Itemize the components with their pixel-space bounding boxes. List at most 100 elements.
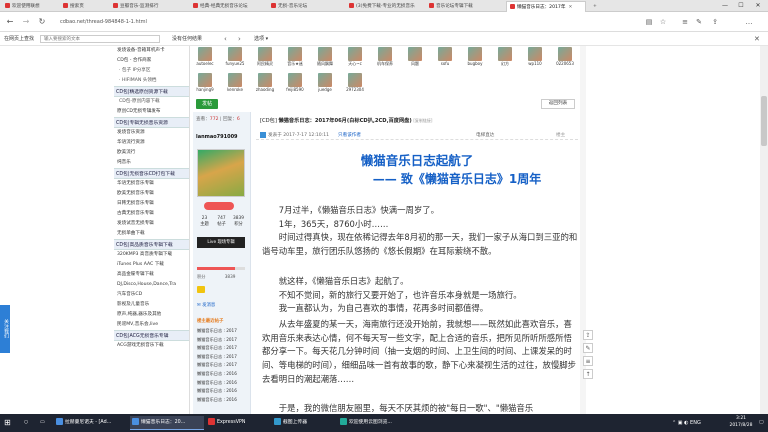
taskbar-app-active[interactable]: 懒猫音乐日志：20... (130, 416, 204, 430)
sidebar-item[interactable]: 原创CD无损专辑发布 (114, 107, 189, 117)
visitor-avatar[interactable]: 音乐★迷 (284, 47, 306, 67)
favorite-star-icon[interactable]: ☆ (658, 17, 668, 27)
search-icon[interactable]: ○ (22, 416, 32, 430)
start-windows-icon[interactable]: ⊞ (2, 416, 14, 430)
visitor-avatar[interactable]: 阿民精灵 (254, 47, 276, 67)
sidebar-item[interactable]: 发烧试音无损专辑 (114, 219, 189, 229)
find-input[interactable] (40, 35, 160, 43)
sidebar-item[interactable]: 华语流行资源 (114, 138, 189, 148)
author-username[interactable]: lanmao791009 (196, 134, 238, 140)
taskbar-app[interactable]: 欢迎使用云图浏览... (338, 416, 412, 430)
sidebar-item[interactable]: 古典无损音乐专辑 (114, 209, 189, 219)
visitor-avatar[interactable]: 天心~c (344, 47, 366, 67)
taskbar-app[interactable]: ExpressVPN (206, 416, 270, 430)
visitor-avatar[interactable]: feiji8590 (284, 73, 306, 93)
recent-post-link[interactable]: 懒猫音乐日志 : 2017 (197, 336, 249, 345)
scrollbar-thumb[interactable] (761, 96, 767, 146)
sidebar-item[interactable]: 民谣MV,音乐会,live (114, 320, 189, 330)
new-tab-button[interactable]: + (590, 1, 602, 12)
close-tab-icon[interactable]: ✕ (568, 5, 572, 10)
page-scrollbar[interactable] (760, 46, 768, 414)
visitor-avatar[interactable]: 随风飘舞 (314, 47, 336, 67)
follow-us-tab[interactable]: 关注我们 (0, 305, 10, 353)
sidebar-item[interactable]: CD包 - 合作商家 (114, 56, 189, 66)
back-to-list-button[interactable]: 返回列表 (541, 99, 575, 109)
clock[interactable]: 3:21 2017/8/28 (727, 416, 755, 429)
hub-icon[interactable]: ≡ (680, 17, 690, 27)
sidebar-item[interactable]: DJ,Disco,House,Dance,Tra (114, 280, 189, 290)
close-window-button[interactable]: ✕ (750, 0, 766, 12)
recent-post-link[interactable]: 懒猫音乐日志 : 2016 (197, 379, 249, 388)
visitor-avatar[interactable]: wp110 (524, 47, 546, 67)
find-options-dropdown[interactable]: 选项 ▾ (254, 34, 268, 44)
maximize-button[interactable]: ☐ (733, 0, 749, 12)
visitor-avatar[interactable]: sofu (434, 47, 456, 67)
recent-post-link[interactable]: 懒猫音乐日志 : 2016 (197, 387, 249, 396)
visitor-avatar[interactable]: autoelec (194, 47, 216, 67)
floor-jump-input[interactable]: 电梯直达 (476, 132, 494, 138)
refresh-icon[interactable]: ↻ (36, 16, 48, 28)
sidebar-item[interactable]: 影视及儿童音乐 (114, 300, 189, 310)
taskbar-app[interactable]: 截图上传器 (272, 416, 336, 430)
find-next-icon[interactable]: › (238, 34, 241, 44)
sidebar-section-header[interactable]: CD包|无损音乐CD打包下载 (114, 168, 189, 179)
sidebar-item[interactable]: iTunes Plus AAC 下载 (114, 260, 189, 270)
visitor-avatar[interactable]: 机车保养 (374, 47, 396, 67)
recent-post-link[interactable]: 懒猫音乐日志 : 2016 (197, 396, 249, 405)
note-pen-icon[interactable]: ✎ (694, 17, 704, 27)
follow-button[interactable] (204, 202, 234, 210)
url-field[interactable]: cdbao.net/thread-984848-1-1.html (60, 17, 480, 28)
share-float-icon[interactable]: ⇪ (583, 330, 593, 340)
recent-post-link[interactable]: 懒猫音乐日志 : 2017 (197, 344, 249, 353)
sidebar-item[interactable]: 欧美流行 (114, 148, 189, 158)
sidebar-item[interactable]: 日韩无损音乐专辑 (114, 199, 189, 209)
author-avatar[interactable] (197, 149, 245, 197)
reading-view-icon[interactable]: ▤ (644, 17, 654, 27)
sidebar-item[interactable]: 华语无损音乐专辑 (114, 179, 189, 189)
copy-link[interactable]: [复制链接] (413, 118, 432, 123)
sidebar-item[interactable]: 320KMP3 高音质专辑下载 (114, 250, 189, 260)
sidebar-item[interactable]: 原声,纯器,器乐及其他 (114, 310, 189, 320)
recent-post-link[interactable]: 懒猫音乐日志 : 2016 (197, 370, 249, 379)
browser-tab[interactable]: (3)免费下载-专业的无损音乐 (346, 1, 424, 12)
sidebar-item[interactable]: CD包-原创内容下载 (114, 97, 189, 107)
visitor-avatar[interactable]: juedge (314, 73, 336, 93)
visitor-avatar[interactable]: kenroke (224, 73, 246, 93)
taskbar-app[interactable]: 拉赫曼尼诺夫 - [Ad... (54, 416, 128, 430)
browser-tab[interactable]: 经典-经典无损音乐论坛 (190, 1, 266, 12)
visitor-avatar[interactable]: zhaoding (254, 73, 276, 93)
back-arrow-icon[interactable]: ← (4, 16, 16, 28)
sidebar-item[interactable]: ACG游戏无损音乐下载 (114, 341, 189, 351)
sidebar-item[interactable]: 发烧设备-音箱耳机声卡 (114, 46, 189, 56)
sidebar-item[interactable]: · 包子 IP分享区 (114, 66, 189, 76)
browser-tab[interactable]: 豆瓣音乐-监测排行 (110, 1, 188, 12)
recent-post-link[interactable]: 懒猫音乐日志 : 2017 (197, 353, 249, 362)
sidebar-section-header[interactable]: CD包|精选原创资源下载 (114, 86, 189, 97)
sidebar-section-header[interactable]: CD包|高品质音乐专辑下载 (114, 239, 189, 250)
visitor-avatar[interactable]: 风题 (404, 47, 426, 67)
find-prev-icon[interactable]: ‹ (224, 34, 227, 44)
minimize-button[interactable]: — (717, 0, 733, 12)
sidebar-item[interactable]: 发烧音乐资源 (114, 128, 189, 138)
share-icon[interactable]: ⇪ (710, 17, 720, 27)
sidebar-section-header[interactable]: CD包|专辑无损音乐资源 (114, 117, 189, 128)
browser-tab-active[interactable]: 懒猫音乐日志：2017年 ✕ (506, 1, 586, 12)
task-view-icon[interactable]: ▭ (38, 416, 48, 430)
sidebar-item[interactable]: 汽车音乐CD (114, 290, 189, 300)
sidebar-item[interactable]: 高品金碟专辑下载 (114, 270, 189, 280)
browser-tab[interactable]: 音乐论坛专辑下载 (426, 1, 504, 12)
visitor-avatar[interactable]: bugboy (464, 47, 486, 67)
system-tray[interactable]: ⌃ ▣ ◐ ENG (672, 416, 701, 430)
visitor-avatar[interactable]: 幻方 (494, 47, 516, 67)
browser-tab[interactable]: 无损-音乐论坛 (268, 1, 344, 12)
list-float-icon[interactable]: ≡ (583, 356, 593, 366)
more-menu-icon[interactable]: … (744, 17, 754, 27)
visitor-avatar[interactable]: 2972304 (344, 73, 366, 93)
post-button[interactable]: 发帖 (196, 99, 218, 109)
sidebar-item[interactable]: 无损单曲下载 (114, 229, 189, 239)
recent-post-link[interactable]: 懒猫音乐日志 : 2017 (197, 327, 249, 336)
only-author-link[interactable]: 只看该作者 (338, 132, 361, 138)
find-close-icon[interactable]: ✕ (754, 34, 760, 44)
recent-post-link[interactable]: 懒猫音乐日志 : 2017 (197, 361, 249, 370)
comment-float-icon[interactable]: ✎ (583, 343, 593, 353)
